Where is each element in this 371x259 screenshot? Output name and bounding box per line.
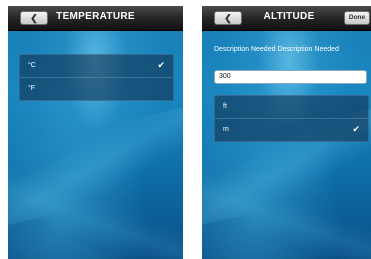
altitude-input[interactable]: 300 xyxy=(214,70,367,84)
navigation-bar: ❮ ALTITUDE Done xyxy=(202,6,371,31)
altitude-unit-list: ft m ✔ xyxy=(214,95,369,142)
list-item-label: °F xyxy=(28,85,36,92)
navigation-bar: ❮ TEMPERATURE xyxy=(8,6,183,31)
temperature-screen: ❮ TEMPERATURE °C ✔ °F xyxy=(8,6,183,259)
list-item-label: ft xyxy=(223,103,227,110)
list-item-label: m xyxy=(223,126,229,133)
list-item-fahrenheit[interactable]: °F xyxy=(20,77,173,100)
page-title: TEMPERATURE xyxy=(56,11,135,22)
altitude-screen: ❮ ALTITUDE Done Description Needed Descr… xyxy=(202,6,371,259)
list-item-celsius[interactable]: °C ✔ xyxy=(20,55,173,77)
list-item-feet[interactable]: ft xyxy=(215,96,368,118)
description-text: Description Needed Description Needed xyxy=(214,46,339,53)
done-button[interactable]: Done xyxy=(344,11,370,25)
temperature-unit-list: °C ✔ °F xyxy=(19,54,174,101)
check-icon: ✔ xyxy=(157,60,165,70)
check-icon: ✔ xyxy=(352,124,360,134)
list-item-label: °C xyxy=(28,62,36,69)
list-item-meters[interactable]: m ✔ xyxy=(215,118,368,141)
